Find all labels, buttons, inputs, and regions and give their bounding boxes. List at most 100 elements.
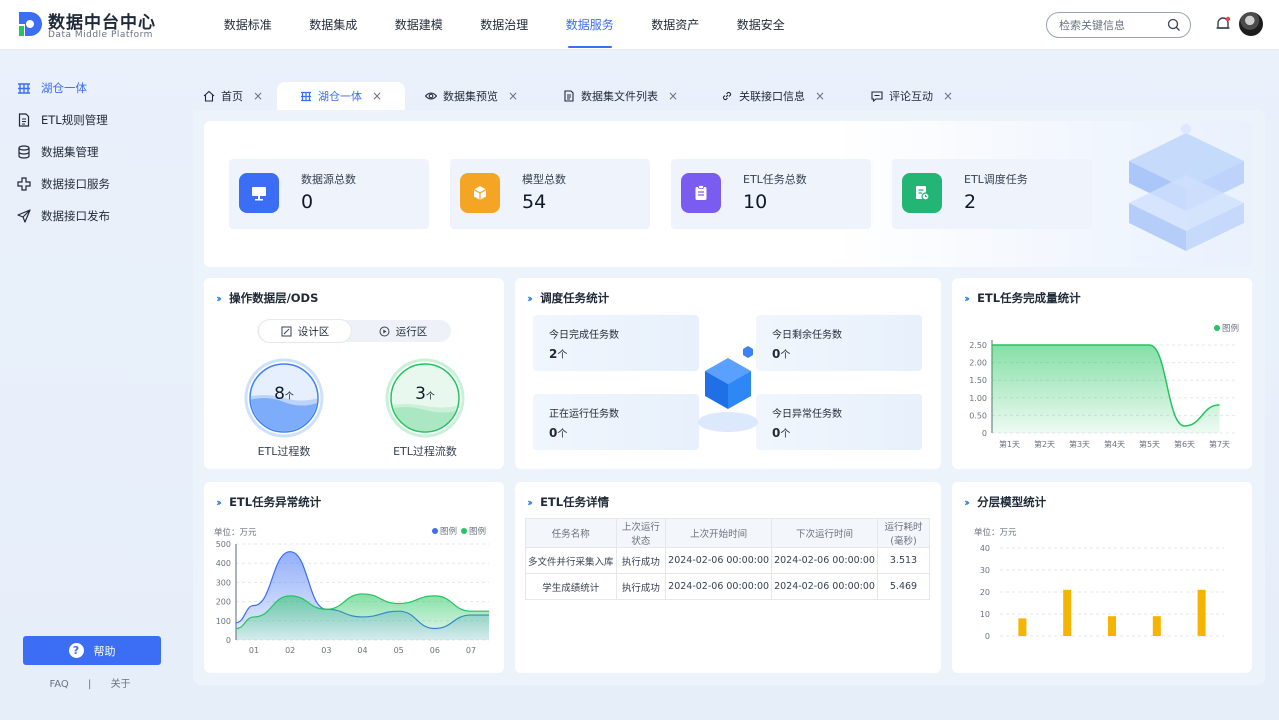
close-icon[interactable]: × (253, 89, 263, 103)
stat-label: 数据源总数 (301, 173, 356, 186)
chevron-right-icon: ›› (216, 291, 222, 305)
tab-label: 数据集文件列表 (581, 90, 658, 103)
tab-run-zone[interactable]: 运行区 (357, 320, 449, 342)
card-title-text: 操作数据层/ODS (229, 291, 319, 305)
y-tick-label: 1.50 (969, 376, 987, 385)
nav-item-modeling[interactable]: 数据建模 (376, 0, 462, 50)
stat-value: 2 (964, 191, 977, 213)
tab-label: 关联接口信息 (739, 90, 805, 103)
x-tick-label: 第5天 (1139, 439, 1160, 449)
nav-item-security[interactable]: 数据安全 (718, 0, 804, 50)
sidebar-item-api-publish[interactable]: 数据接口发布 (17, 206, 110, 226)
gauge-value: 3个 (415, 384, 435, 404)
lakehouse-icon (300, 91, 311, 102)
chevron-right-icon: ›› (527, 495, 533, 509)
design-icon (281, 326, 292, 336)
tab-label: 湖仓一体 (317, 90, 362, 103)
cell-duration: 3.513 (876, 547, 931, 574)
sidebar-item-datasets[interactable]: 数据集管理 (17, 142, 99, 162)
app-subtitle: Data Middle Platform (48, 30, 153, 40)
cube-illustration (698, 346, 758, 432)
user-avatar[interactable] (1239, 12, 1263, 36)
column-header[interactable]: 运行耗时 (毫秒) (876, 518, 931, 548)
column-header[interactable]: 上次运行状态 (615, 518, 667, 548)
unit-label: 单位：万元 (214, 528, 257, 538)
logo-icon (19, 12, 42, 36)
card-title-text: ETL任务详情 (540, 495, 610, 509)
stat-label: ETL调度任务 (964, 173, 1028, 186)
tab-linked-apis[interactable]: 关联接口信息 × (721, 82, 825, 110)
stat-value: 0个 (772, 347, 791, 361)
nav-item-governance[interactable]: 数据治理 (462, 0, 548, 50)
help-button[interactable]: ? 帮助 (23, 636, 161, 665)
close-icon[interactable]: × (815, 89, 825, 103)
lakehouse-icon (18, 83, 30, 94)
table-header-row: 任务名称 上次运行状态 上次开始时间 下次运行时间 运行耗时 (毫秒) (525, 518, 931, 548)
table-row[interactable]: 学生成绩统计 执行成功 2024-02-06 00:00:00 2024-02-… (525, 573, 931, 600)
nav-item-standard[interactable]: 数据标准 (205, 0, 291, 50)
close-icon[interactable]: × (668, 89, 678, 103)
footer-separator: | (88, 679, 92, 690)
x-tick-label: 第6天 (1174, 439, 1195, 449)
y-tick-label: 200 (216, 598, 231, 607)
nav-item-service[interactable]: 数据服务 (547, 0, 633, 50)
legend-dot (1214, 325, 1220, 331)
y-tick-label: 400 (216, 559, 231, 568)
card-title-text: 分层模型统计 (977, 495, 1047, 509)
faq-link[interactable]: FAQ (49, 679, 68, 690)
y-tick-label: 500 (216, 540, 231, 549)
sidebar-item-etl-rules[interactable]: ETL规则管理 (17, 110, 108, 130)
column-header[interactable]: 上次开始时间 (665, 518, 773, 548)
column-header[interactable]: 下次运行时间 (771, 518, 878, 548)
search-input[interactable] (1059, 17, 1164, 33)
notification-icon[interactable] (1214, 15, 1232, 33)
table-row[interactable]: 多文件并行采集入库 执行成功 2024-02-06 00:00:00 2024-… (525, 547, 931, 574)
sidebar-item-lakehouse[interactable]: 湖仓一体 (17, 78, 87, 98)
tab-lakehouse[interactable]: 湖仓一体 × (277, 82, 405, 110)
bar (1152, 616, 1161, 636)
tab-home[interactable]: 首页 × (203, 82, 263, 110)
stat-card-models[interactable]: 模型总数 54 (450, 159, 650, 229)
close-icon[interactable]: × (943, 89, 953, 103)
stat-running: 正在运行任务数 0个 (533, 394, 699, 450)
stat-label: 今日异常任务数 (772, 409, 842, 420)
legend-dot (461, 528, 468, 534)
tab-comments[interactable]: 评论互动 × (871, 82, 953, 110)
tab-dataset-files[interactable]: 数据集文件列表 × (563, 82, 678, 110)
clipboard-icon (681, 173, 721, 213)
cell-last-start: 2024-02-06 00:00:00 (665, 573, 773, 600)
stat-card-datasources[interactable]: 数据源总数 0 (229, 159, 429, 229)
tab-dataset-preview[interactable]: 数据集预览 × (425, 82, 518, 110)
x-tick-label: 07 (466, 646, 476, 655)
y-tick-label: 10 (980, 610, 990, 619)
search-icon[interactable] (1167, 18, 1181, 32)
link-icon (722, 91, 732, 101)
tab-design-zone[interactable]: 设计区 (259, 320, 351, 342)
cell-next-run: 2024-02-06 00:00:00 (771, 547, 878, 574)
stat-value: 2个 (549, 347, 568, 361)
sidebar-item-api-service[interactable]: 数据接口服务 (17, 174, 110, 194)
stat-label: 今日剩余任务数 (772, 330, 842, 341)
database-icon (18, 145, 30, 159)
close-icon[interactable]: × (372, 89, 382, 103)
x-tick-label: 01 (249, 646, 259, 655)
column-header[interactable]: 任务名称 (525, 518, 617, 548)
cell-duration: 5.469 (876, 573, 931, 600)
close-icon[interactable]: × (508, 89, 518, 103)
y-tick-label: 30 (980, 566, 990, 575)
chevron-right-icon: ›› (527, 291, 533, 305)
sidebar-item-label: 湖仓一体 (41, 81, 87, 95)
chevron-right-icon: ›› (964, 495, 970, 509)
stat-card-etl-tasks[interactable]: ETL任务总数 10 (671, 159, 871, 229)
nav-item-assets[interactable]: 数据资产 (633, 0, 719, 50)
x-tick-label: 05 (394, 646, 404, 655)
about-link[interactable]: 关于 (111, 679, 131, 690)
stat-value: 0个 (772, 426, 791, 440)
anomaly-chart-card: ›› ETL任务异常统计 单位：万元 图例 图例 0 100 200 300 400 50… (204, 482, 504, 673)
cell-task-name: 学生成绩统计 (525, 573, 617, 600)
card-title-text: 调度任务统计 (540, 291, 610, 305)
comment-icon (871, 91, 883, 102)
stat-card-etl-schedules[interactable]: ETL调度任务 2 (892, 159, 1092, 229)
tab-label: 评论互动 (889, 90, 933, 103)
nav-item-integration[interactable]: 数据集成 (291, 0, 377, 50)
